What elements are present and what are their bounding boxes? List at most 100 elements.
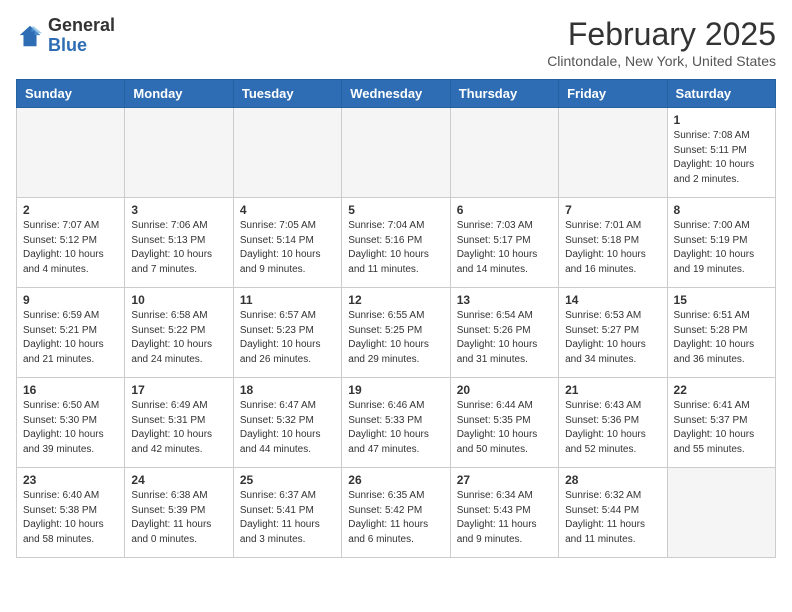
week-row-4: 16 Sunrise: 6:50 AM Sunset: 5:30 PM Dayli… <box>17 378 776 468</box>
calendar-cell: 8 Sunrise: 7:00 AM Sunset: 5:19 PM Daylig… <box>667 198 775 288</box>
day-info: Sunrise: 6:34 AM Sunset: 5:43 PM Dayligh… <box>457 489 552 547</box>
week-row-2: 2 Sunrise: 7:07 AM Sunset: 5:12 PM Daylig… <box>17 198 776 288</box>
day-number: 2 <box>23 203 118 217</box>
day-number: 16 <box>23 383 118 397</box>
calendar-cell: 7 Sunrise: 7:01 AM Sunset: 5:18 PM Daylig… <box>559 198 667 288</box>
calendar-cell: 4 Sunrise: 7:05 AM Sunset: 5:14 PM Daylig… <box>233 198 341 288</box>
day-info: Sunrise: 6:57 AM Sunset: 5:23 PM Dayligh… <box>240 309 335 367</box>
location-subtitle: Clintondale, New York, United States <box>547 53 776 69</box>
calendar-cell: 19 Sunrise: 6:46 AM Sunset: 5:33 PM Dayli… <box>342 378 450 468</box>
day-number: 6 <box>457 203 552 217</box>
day-info: Sunrise: 7:01 AM Sunset: 5:18 PM Dayligh… <box>565 219 660 277</box>
day-number: 12 <box>348 293 443 307</box>
day-info: Sunrise: 7:04 AM Sunset: 5:16 PM Dayligh… <box>348 219 443 277</box>
calendar-cell: 15 Sunrise: 6:51 AM Sunset: 5:28 PM Dayli… <box>667 288 775 378</box>
day-number: 21 <box>565 383 660 397</box>
day-info: Sunrise: 6:43 AM Sunset: 5:36 PM Dayligh… <box>565 399 660 457</box>
day-number: 14 <box>565 293 660 307</box>
day-number: 5 <box>348 203 443 217</box>
calendar-cell: 23 Sunrise: 6:40 AM Sunset: 5:38 PM Dayli… <box>17 468 125 558</box>
day-info: Sunrise: 6:41 AM Sunset: 5:37 PM Dayligh… <box>674 399 769 457</box>
day-info: Sunrise: 6:53 AM Sunset: 5:27 PM Dayligh… <box>565 309 660 367</box>
day-info: Sunrise: 7:05 AM Sunset: 5:14 PM Dayligh… <box>240 219 335 277</box>
day-number: 1 <box>674 113 769 127</box>
week-row-1: 1 Sunrise: 7:08 AM Sunset: 5:11 PM Daylig… <box>17 108 776 198</box>
day-info: Sunrise: 6:55 AM Sunset: 5:25 PM Dayligh… <box>348 309 443 367</box>
calendar-cell: 18 Sunrise: 6:47 AM Sunset: 5:32 PM Dayli… <box>233 378 341 468</box>
calendar-cell <box>342 108 450 198</box>
day-info: Sunrise: 6:50 AM Sunset: 5:30 PM Dayligh… <box>23 399 118 457</box>
day-number: 8 <box>674 203 769 217</box>
day-info: Sunrise: 6:47 AM Sunset: 5:32 PM Dayligh… <box>240 399 335 457</box>
calendar-cell: 3 Sunrise: 7:06 AM Sunset: 5:13 PM Daylig… <box>125 198 233 288</box>
day-info: Sunrise: 6:32 AM Sunset: 5:44 PM Dayligh… <box>565 489 660 547</box>
day-number: 27 <box>457 473 552 487</box>
day-info: Sunrise: 7:07 AM Sunset: 5:12 PM Dayligh… <box>23 219 118 277</box>
logo-icon <box>16 22 44 50</box>
calendar-cell <box>17 108 125 198</box>
day-info: Sunrise: 6:40 AM Sunset: 5:38 PM Dayligh… <box>23 489 118 547</box>
calendar-cell: 28Sunrise: 6:32 AM Sunset: 5:44 PM Dayli… <box>559 468 667 558</box>
calendar-cell <box>450 108 558 198</box>
calendar-cell: 6 Sunrise: 7:03 AM Sunset: 5:17 PM Daylig… <box>450 198 558 288</box>
day-number: 26 <box>348 473 443 487</box>
calendar-cell: 1 Sunrise: 7:08 AM Sunset: 5:11 PM Daylig… <box>667 108 775 198</box>
title-block: February 2025 Clintondale, New York, Uni… <box>547 16 776 69</box>
week-row-3: 9 Sunrise: 6:59 AM Sunset: 5:21 PM Daylig… <box>17 288 776 378</box>
calendar-cell: 25Sunrise: 6:37 AM Sunset: 5:41 PM Dayli… <box>233 468 341 558</box>
calendar-cell: 27 Sunrise: 6:34 AM Sunset: 5:43 PM Dayli… <box>450 468 558 558</box>
day-number: 18 <box>240 383 335 397</box>
day-number: 4 <box>240 203 335 217</box>
day-number: 19 <box>348 383 443 397</box>
logo: General Blue <box>16 16 115 56</box>
calendar-cell <box>667 468 775 558</box>
weekday-header-tuesday: Tuesday <box>233 80 341 108</box>
day-number: 10 <box>131 293 226 307</box>
calendar-cell <box>559 108 667 198</box>
day-number: 11 <box>240 293 335 307</box>
day-number: 22 <box>674 383 769 397</box>
day-number: 15 <box>674 293 769 307</box>
calendar-cell: 13Sunrise: 6:54 AM Sunset: 5:26 PM Dayli… <box>450 288 558 378</box>
day-info: Sunrise: 6:46 AM Sunset: 5:33 PM Dayligh… <box>348 399 443 457</box>
day-number: 24 <box>131 473 226 487</box>
calendar-cell: 24 Sunrise: 6:38 AM Sunset: 5:39 PM Dayli… <box>125 468 233 558</box>
day-info: Sunrise: 7:08 AM Sunset: 5:11 PM Dayligh… <box>674 129 769 187</box>
page-header: General Blue February 2025 Clintondale, … <box>16 16 776 69</box>
calendar-cell: 21 Sunrise: 6:43 AM Sunset: 5:36 PM Dayli… <box>559 378 667 468</box>
month-title: February 2025 <box>547 16 776 53</box>
calendar-cell: 16 Sunrise: 6:50 AM Sunset: 5:30 PM Dayli… <box>17 378 125 468</box>
day-info: Sunrise: 6:54 AM Sunset: 5:26 PM Dayligh… <box>457 309 552 367</box>
calendar-cell <box>233 108 341 198</box>
day-info: Sunrise: 6:38 AM Sunset: 5:39 PM Dayligh… <box>131 489 226 547</box>
day-info: Sunrise: 6:44 AM Sunset: 5:35 PM Dayligh… <box>457 399 552 457</box>
day-number: 9 <box>23 293 118 307</box>
weekday-header-saturday: Saturday <box>667 80 775 108</box>
day-info: Sunrise: 7:03 AM Sunset: 5:17 PM Dayligh… <box>457 219 552 277</box>
calendar-cell: 10 Sunrise: 6:58 AM Sunset: 5:22 PM Dayli… <box>125 288 233 378</box>
weekday-header-monday: Monday <box>125 80 233 108</box>
day-info: Sunrise: 6:51 AM Sunset: 5:28 PM Dayligh… <box>674 309 769 367</box>
calendar-table: SundayMondayTuesdayWednesdayThursdayFrid… <box>16 79 776 558</box>
day-info: Sunrise: 6:35 AM Sunset: 5:42 PM Dayligh… <box>348 489 443 547</box>
weekday-header-wednesday: Wednesday <box>342 80 450 108</box>
day-number: 7 <box>565 203 660 217</box>
calendar-cell: 11 Sunrise: 6:57 AM Sunset: 5:23 PM Dayli… <box>233 288 341 378</box>
day-number: 23 <box>23 473 118 487</box>
day-number: 25 <box>240 473 335 487</box>
day-info: Sunrise: 7:00 AM Sunset: 5:19 PM Dayligh… <box>674 219 769 277</box>
calendar-cell <box>125 108 233 198</box>
day-info: Sunrise: 6:59 AM Sunset: 5:21 PM Dayligh… <box>23 309 118 367</box>
day-info: Sunrise: 7:06 AM Sunset: 5:13 PM Dayligh… <box>131 219 226 277</box>
calendar-cell: 17Sunrise: 6:49 AM Sunset: 5:31 PM Dayli… <box>125 378 233 468</box>
weekday-header-friday: Friday <box>559 80 667 108</box>
calendar-cell: 2 Sunrise: 7:07 AM Sunset: 5:12 PM Daylig… <box>17 198 125 288</box>
logo-text: General Blue <box>48 16 115 56</box>
calendar-cell: 20Sunrise: 6:44 AM Sunset: 5:35 PM Dayli… <box>450 378 558 468</box>
calendar-cell: 5 Sunrise: 7:04 AM Sunset: 5:16 PM Daylig… <box>342 198 450 288</box>
day-info: Sunrise: 6:58 AM Sunset: 5:22 PM Dayligh… <box>131 309 226 367</box>
week-row-5: 23 Sunrise: 6:40 AM Sunset: 5:38 PM Dayli… <box>17 468 776 558</box>
day-number: 3 <box>131 203 226 217</box>
calendar-cell: 22 Sunrise: 6:41 AM Sunset: 5:37 PM Dayli… <box>667 378 775 468</box>
calendar-cell: 12 Sunrise: 6:55 AM Sunset: 5:25 PM Dayli… <box>342 288 450 378</box>
